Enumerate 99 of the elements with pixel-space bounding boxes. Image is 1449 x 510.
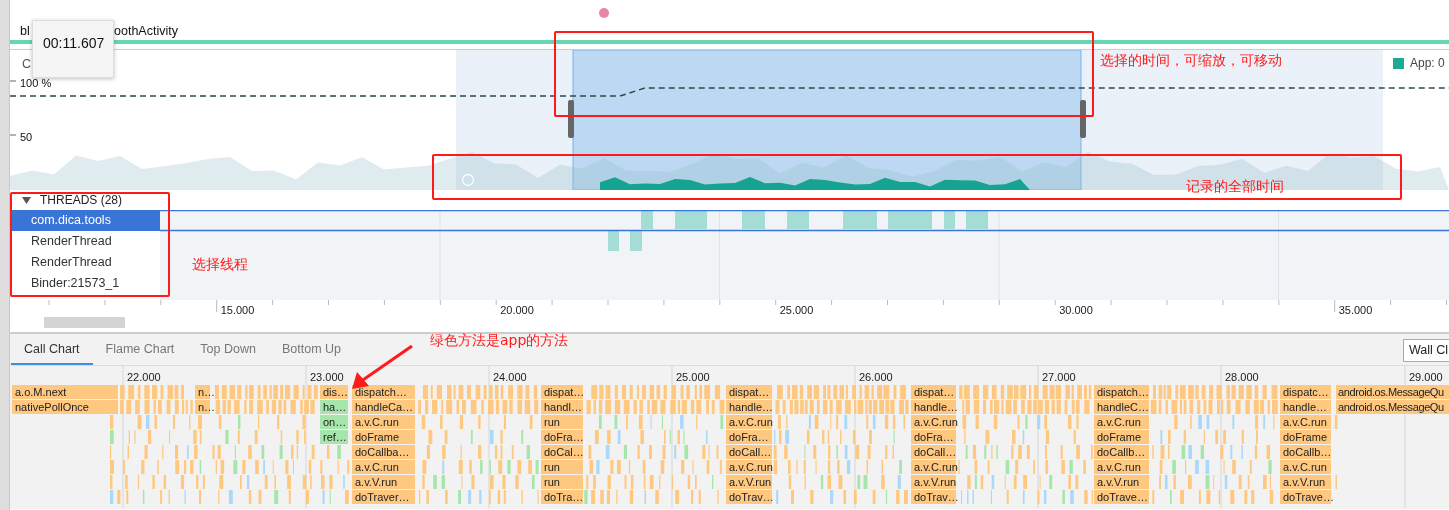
call-frame[interactable]: doCall…: [911, 445, 956, 459]
call-frame[interactable]: dispat…: [911, 385, 956, 399]
call-frame[interactable]: a.v.C.run: [1094, 415, 1149, 429]
activity-title: oothActivity: [114, 24, 178, 38]
call-frame[interactable]: handl…: [541, 400, 583, 414]
annotation-text: 选择的时间，可缩放，可移动: [1100, 52, 1282, 70]
call-frame[interactable]: dispat…: [541, 385, 583, 399]
clock-dropdown[interactable]: Wall Cl: [1403, 339, 1449, 362]
call-frame[interactable]: doTraver…: [352, 490, 415, 504]
annotation-arrow: [352, 344, 413, 389]
call-frame[interactable]: doCallb…: [1094, 445, 1149, 459]
call-frame[interactable]: doFra…: [541, 430, 583, 444]
call-frame[interactable]: run: [541, 460, 583, 474]
call-frame[interactable]: dispatch…: [352, 385, 415, 399]
call-frame[interactable]: a.v.V.run: [726, 475, 772, 489]
call-frame[interactable]: run: [541, 475, 583, 489]
call-frame[interactable]: dispatch…: [1094, 385, 1149, 399]
axis-label: 30.000: [1059, 304, 1093, 316]
scrollbar[interactable]: [44, 317, 125, 328]
call-frame[interactable]: ha…: [320, 400, 348, 414]
call-frame[interactable]: nativePollOnce: [12, 400, 118, 414]
ruler-label: 24.000: [493, 371, 527, 383]
range-handle[interactable]: [568, 100, 574, 138]
cpu-label: C: [22, 57, 32, 71]
call-frame[interactable]: doCall…: [726, 445, 772, 459]
call-frame[interactable]: doTrave…: [1094, 490, 1149, 504]
call-frame[interactable]: a.v.C.run: [726, 460, 772, 474]
call-frame[interactable]: doTra…: [541, 490, 583, 504]
marker-dot: [599, 8, 609, 18]
call-frame[interactable]: a.v.C.run: [1280, 460, 1331, 474]
axis-label: 25.000: [779, 304, 814, 316]
tab[interactable]: Flame Chart: [92, 335, 188, 365]
thread-item[interactable]: com.dica.tools: [12, 210, 160, 231]
call-frame[interactable]: doCallb…: [1280, 445, 1331, 459]
annotation-text: 绿色方法是app的方法: [430, 332, 569, 350]
legend-swatch: [1393, 58, 1404, 69]
legend-label: App: 0: [1410, 56, 1445, 70]
call-frame[interactable]: a.v.C.run: [726, 415, 772, 429]
call-frame[interactable]: a.v.V.run: [352, 475, 415, 489]
axis-label: 100 %: [20, 77, 52, 89]
call-frame[interactable]: dis…: [320, 385, 348, 399]
ruler-label: 27.000: [1042, 371, 1076, 383]
clock-icon: [461, 173, 475, 187]
thread-item[interactable]: RenderThread: [12, 252, 160, 273]
axis-label: 50: [20, 131, 33, 143]
call-frame[interactable]: a.v.V.run: [1094, 475, 1149, 489]
call-frame[interactable]: handle…: [726, 400, 772, 414]
call-frame[interactable]: run: [541, 415, 583, 429]
ruler-label: 26.000: [859, 371, 893, 383]
call-frame[interactable]: handleC…: [1094, 400, 1149, 414]
call-frame[interactable]: doCal…: [541, 445, 583, 459]
call-frame[interactable]: dispat…: [726, 385, 772, 399]
tab[interactable]: Bottom Up: [268, 335, 354, 365]
call-frame[interactable]: handle…: [1280, 400, 1331, 414]
call-frame[interactable]: a.v.C.run: [1094, 460, 1149, 474]
call-frame[interactable]: a.v.C.run: [911, 460, 956, 474]
call-frame[interactable]: a.v.C.run: [1280, 415, 1331, 429]
call-frame[interactable]: on…: [320, 415, 348, 429]
call-frame[interactable]: doFra…: [911, 430, 956, 444]
axis-label: 35.000: [1338, 304, 1373, 316]
call-frame[interactable]: a.v.V.run: [911, 475, 956, 489]
time-tooltip: 00:11.607: [32, 20, 114, 78]
thread-item[interactable]: Binder:21573_1: [12, 273, 160, 294]
annotation-text: 记录的全部时间: [1186, 178, 1284, 196]
call-frame[interactable]: android.os.MessageQu: [1336, 400, 1449, 414]
activity-title: bl: [20, 24, 30, 38]
thread-item[interactable]: RenderThread: [12, 231, 160, 252]
ruler-label: 22.000: [127, 371, 161, 383]
call-frame[interactable]: doFrame: [1280, 430, 1331, 444]
call-frame[interactable]: a.o.M.next: [12, 385, 118, 399]
call-frame[interactable]: android.os.MessageQu: [1336, 385, 1449, 399]
call-frame[interactable]: a.v.C.run: [911, 415, 956, 429]
call-frame[interactable]: a.v.V.run: [1280, 475, 1331, 489]
call-frame[interactable]: dispatc…: [1280, 385, 1331, 399]
ruler-label: 29.000: [1409, 371, 1443, 383]
axis-label: 20.000: [500, 304, 534, 316]
call-frame[interactable]: handle…: [911, 400, 956, 414]
expander-icon[interactable]: [22, 196, 31, 204]
call-frame[interactable]: doFra…: [726, 430, 772, 444]
ruler-label: 23.000: [310, 371, 344, 383]
tab[interactable]: Call Chart: [11, 335, 93, 365]
call-frame[interactable]: a.v.C.run: [352, 415, 415, 429]
tab[interactable]: Top Down: [187, 335, 269, 365]
call-frame[interactable]: a.v.C.run: [352, 460, 415, 474]
axis-label: 15.000: [220, 304, 255, 316]
call-frame[interactable]: doCallba…: [352, 445, 415, 459]
ruler-label: 28.000: [1225, 371, 1259, 383]
call-frame[interactable]: doTrav…: [726, 490, 772, 504]
ruler-label: 25.000: [676, 371, 710, 383]
call-frame[interactable]: doFrame: [1094, 430, 1149, 444]
call-frame[interactable]: doTrave…: [1280, 490, 1331, 504]
call-frame[interactable]: doTrav…: [911, 490, 956, 504]
axis-tick: [10, 80, 17, 136]
call-frame[interactable]: ref…: [320, 430, 348, 444]
annotation-text: 选择线程: [192, 256, 248, 274]
call-frame[interactable]: handleCa…: [352, 400, 415, 414]
threads-header: THREADS (28): [40, 193, 122, 207]
call-frame[interactable]: doFrame: [352, 430, 415, 444]
range-handle[interactable]: [1080, 100, 1086, 138]
